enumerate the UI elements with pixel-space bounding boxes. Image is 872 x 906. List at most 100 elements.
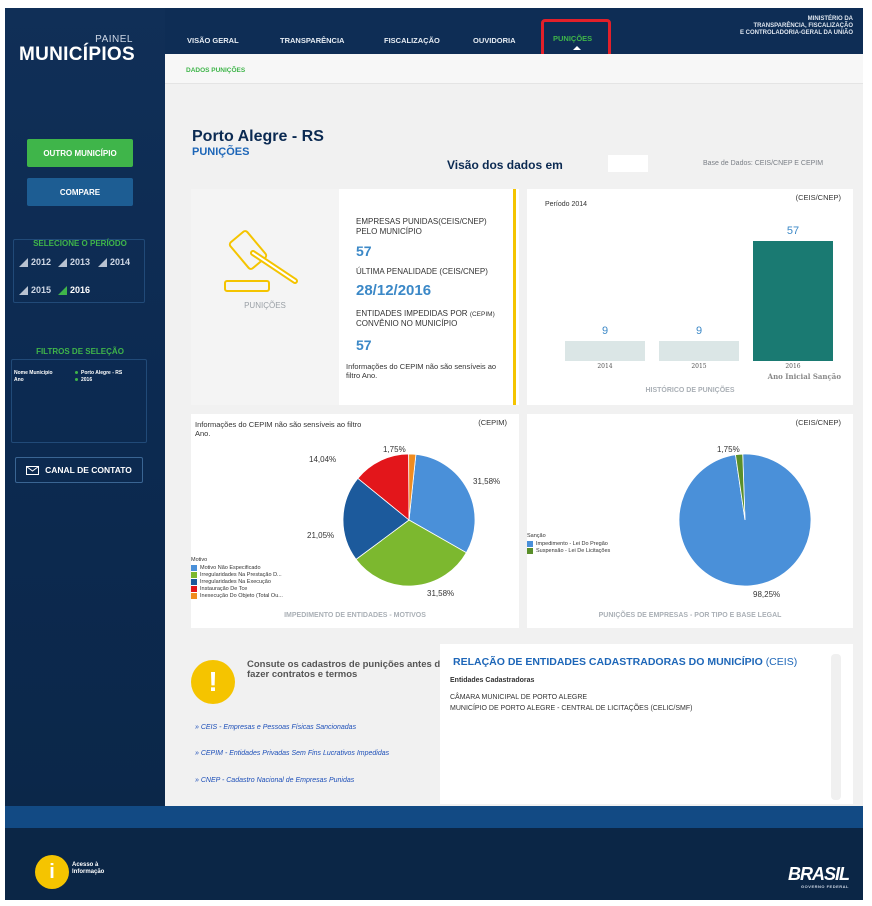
historico-tag: (CEIS/CNEP) [795, 193, 841, 202]
legend-swatch [191, 579, 197, 585]
nav-fiscalizacao[interactable]: FISCALIZAÇÃO [384, 36, 440, 45]
kpi-card: PUNIÇÕES EMPRESAS PUNIDAS(CEIS/CNEP) PEL… [191, 189, 519, 405]
year-2016[interactable]: 2016 [58, 285, 90, 295]
brasil-logo-sub: GOVERNO FEDERAL [801, 884, 849, 889]
historico-bar-value: 9 [601, 325, 609, 337]
kpi-icon-panel: PUNIÇÕES [191, 189, 339, 405]
legend-item[interactable]: Motivo Não Especificado [191, 565, 261, 571]
ministerio-line: E CONTROLADORIA-GERAL DA UNIÃO [740, 29, 853, 36]
page-subtitle: PUNIÇÕES [192, 146, 250, 158]
legend-item[interactable]: Instauração De Tce [191, 586, 247, 592]
tipo-legend-title: Sanção [527, 533, 546, 539]
legend-item[interactable]: Irregularidades Na Prestação D... [191, 572, 282, 578]
link-ceis[interactable]: » CEIS - Empresas e Pessoas Físicas Sanc… [195, 724, 356, 731]
pie-label: 98,25% [753, 590, 780, 599]
warning-icon: ! [191, 660, 235, 704]
motivos-legend-title: Motivo [191, 557, 208, 563]
link-cepim[interactable]: » CEPIM - Entidades Privadas Sem Fins Lu… [195, 750, 389, 757]
triangle-icon [19, 257, 28, 267]
historico-bar[interactable] [753, 241, 833, 361]
consulte-text: Consute os cadastros de punições antes d… [247, 659, 446, 681]
pie-label: 31,58% [473, 477, 500, 486]
kpi-value-ultima: 28/12/2016 [356, 282, 432, 299]
year-2012[interactable]: 2012 [19, 257, 51, 267]
triangle-icon [58, 285, 67, 295]
legend-item[interactable]: Irregularidades Na Execução [191, 579, 271, 585]
base-dados-label: Base de Dados: CEIS/CNEP E CEPIM [703, 160, 824, 167]
historico-x-label: 2015 [691, 363, 707, 370]
kpi-label-entidades-text: ENTIDADES IMPEDIDAS POR [356, 309, 468, 318]
page-title: Porto Alegre - RS [192, 128, 324, 145]
ministerio-line: TRANSPARÊNCIA, FISCALIZAÇÃO [753, 22, 853, 29]
relacao-title-text: RELAÇÃO DE ENTIDADES CADASTRADORAS DO MU… [453, 656, 763, 668]
legend-item[interactable]: Suspensão - Lei De Licitações [527, 548, 610, 554]
brasil-logo: BRASIL [788, 864, 850, 884]
kpi-value-empresas: 57 [356, 243, 372, 259]
historico-axis-label: Ano Inicial Sanção [767, 372, 841, 381]
year-label: 2016 [70, 285, 91, 295]
sub-bar: DADOS PUNIÇÕES [165, 54, 863, 84]
visao-select[interactable] [608, 155, 648, 172]
kpi-note: Informações do CEPIM não são sensíveis a… [346, 362, 497, 380]
main-content: DADOS PUNIÇÕES Porto Alegre - RS PUNIÇÕE… [165, 54, 863, 806]
compare-button[interactable]: COMPARE [27, 178, 133, 206]
historico-periodo: Período 2014 [545, 201, 588, 208]
legend-label: Suspensão - Lei De Licitações [536, 548, 611, 554]
historico-bar[interactable] [659, 341, 739, 361]
gavel-icon [224, 230, 298, 292]
year-label: 2013 [70, 257, 91, 267]
outro-municipio-button[interactable]: OUTRO MUNICÍPIO [27, 139, 133, 167]
relacao-item: MUNICÍPIO DE PORTO ALEGRE - CENTRAL DE L… [450, 705, 693, 712]
legend-label: Motivo Não Especificado [200, 565, 261, 571]
acesso-informacao-icon[interactable]: i [35, 855, 69, 889]
acesso-informacao-label[interactable]: Acesso à Informação [72, 862, 132, 876]
historico-title: HISTÓRICO DE PUNIÇÕES [645, 387, 735, 394]
ministerio-line: MINISTÉRIO DA [807, 16, 853, 22]
year-2015[interactable]: 2015 [19, 285, 51, 295]
logo[interactable]: MUNICÍPIOS [19, 44, 135, 66]
historico-bar-value: 57 [786, 225, 800, 237]
historico-card: (CEIS/CNEP) Período 2014 9 2014 9 2015 57 201… [527, 189, 853, 405]
relacao-scrollbar[interactable] [831, 654, 841, 800]
triangle-icon [98, 257, 107, 267]
legend-item[interactable]: Impedimento - Lei Do Pregão [527, 541, 608, 547]
kpi-value-entidades: 57 [356, 337, 372, 353]
legend-item[interactable]: Inexecução Do Objeto (Total Ou... [191, 593, 283, 599]
legend-swatch [191, 586, 197, 592]
relacao-item: CÂMARA MUNICIPAL DE PORTO ALEGRE [450, 694, 588, 701]
kpi-label-entidades-tag: (CEPIM) [469, 311, 495, 318]
nav-visao-geral[interactable]: VISÃO GERAL [187, 36, 239, 45]
kpi-label-entidades-text2: CONVÊNIO NO MUNICÍPIO [356, 318, 458, 328]
tipo-pie-chart[interactable]: 98,25% 1,75% [527, 414, 853, 628]
link-cnep[interactable]: » CNEP - Cadastro Nacional de Empresas P… [195, 777, 354, 784]
canal-contato-button[interactable]: CANAL DE CONTATO [15, 457, 143, 483]
bullet-icon [75, 371, 78, 375]
filter-label: Ano [14, 377, 24, 383]
relacao-header: Entidades Cadastradoras [450, 677, 535, 684]
footer-stripe [5, 806, 863, 828]
historico-bar[interactable] [565, 341, 645, 361]
year-label: 2015 [31, 285, 52, 295]
motivos-card: (CEPIM) Informações do CEPIM não são sen… [191, 414, 519, 628]
year-2014[interactable]: 2014 [98, 257, 130, 267]
legend-label: Impedimento - Lei Do Pregão [536, 541, 608, 547]
nav-ouvidoria[interactable]: OUVIDORIA [473, 36, 516, 45]
sidebar: PAINEL MUNICÍPIOS OUTRO MUNICÍPIO COMPAR… [5, 8, 165, 806]
filter-value-text: 2016 [81, 377, 93, 383]
nav-transparencia[interactable]: TRANSPARÊNCIA [280, 36, 344, 45]
kpi-label-empresas: EMPRESAS PUNIDAS(CEIS/CNEP) PELO MUNICÍP… [356, 217, 487, 236]
year-2013[interactable]: 2013 [58, 257, 90, 267]
legend-label: Irregularidades Na Prestação D... [200, 572, 282, 578]
legend-swatch [527, 548, 533, 554]
pie-label: 31,58% [427, 589, 454, 598]
visao-label: Visão dos dados em [447, 158, 563, 172]
relacao-title: RELAÇÃO DE ENTIDADES CADASTRADORAS DO MU… [453, 656, 797, 668]
historico-bar-value: 9 [695, 325, 703, 337]
kpi-label-entidades: ENTIDADES IMPEDIDAS POR (CEPIM) CONVÊNIO… [356, 309, 516, 328]
pie-label: 21,05% [307, 531, 334, 540]
filter-label: Nome Município [14, 370, 53, 376]
filters-title: FILTROS DE SELEÇÃO [36, 347, 124, 356]
subnav-dados-punicoes[interactable]: DADOS PUNIÇÕES [186, 67, 245, 74]
triangle-icon [58, 257, 67, 267]
acesso-line: Informação [72, 869, 105, 876]
